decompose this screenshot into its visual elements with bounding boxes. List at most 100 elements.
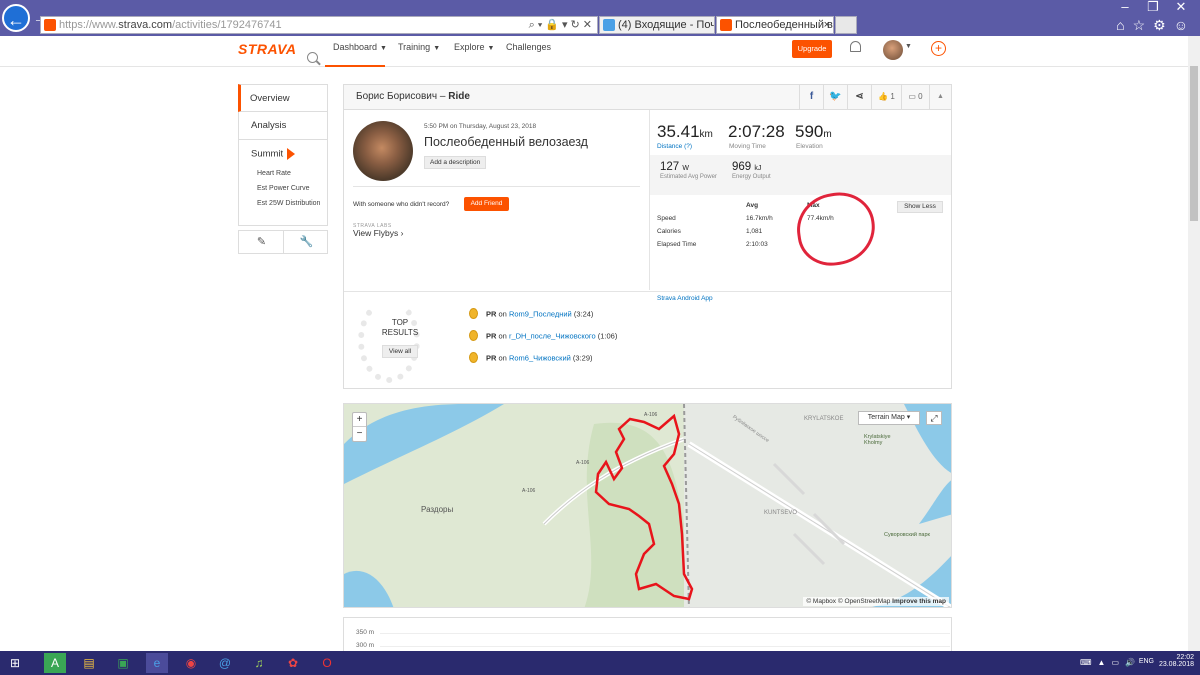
power-value: 127 W	[660, 161, 689, 173]
browser-tools-icons[interactable]: ⌂☆⚙☺	[1116, 17, 1196, 34]
edit-pencil-icon[interactable]: ✎	[239, 231, 284, 253]
calories-label: Calories	[657, 228, 681, 235]
store-icon[interactable]: ▣	[112, 653, 134, 673]
twitter-icon[interactable]: 🐦	[823, 85, 847, 109]
collapse-icon[interactable]: ▲	[929, 85, 951, 109]
laurel-wreath-icon	[358, 298, 420, 383]
close-window-icon[interactable]: ✕	[1166, 0, 1196, 14]
nav-explore[interactable]: Explore ▼	[454, 42, 494, 52]
moving-time-label: Moving Time	[729, 143, 766, 150]
sidebar-item-power-distribution[interactable]: Est 25W Distribution	[257, 200, 327, 208]
tab-mail[interactable]: (4) Входящие - Почта Mail.Ru	[599, 16, 715, 34]
comment-icon: ▭	[908, 92, 916, 101]
bell-icon[interactable]	[850, 41, 861, 52]
scrollbar-thumb[interactable]	[1190, 66, 1198, 221]
url-host: strava.com	[118, 19, 173, 31]
segment-link[interactable]: r_DH_после_Чижовского	[509, 331, 596, 340]
comments-button[interactable]: ▭ 0	[901, 85, 929, 109]
tab-label: (4) Входящие - Почта Mail.Ru	[618, 19, 714, 31]
zoom-control: + −	[352, 412, 367, 442]
view-all-button[interactable]: View all	[382, 345, 418, 358]
view-flybys-link[interactable]: View Flybys ›	[353, 228, 403, 238]
route-map[interactable]: Раздоры A-106 A-106 A-106 Krylatskiye Kh…	[343, 403, 952, 608]
chevron-right-icon: ›	[400, 228, 404, 238]
mail-agent-icon[interactable]: @	[214, 653, 236, 673]
avatar[interactable]	[883, 40, 903, 60]
address-tools-icon[interactable]: ⌕▾🔒▾↻✕	[529, 17, 595, 33]
zoom-in-button[interactable]: +	[353, 413, 366, 427]
nav-challenges[interactable]: Challenges	[506, 42, 551, 52]
activity-datetime: 5:50 PM on Thursday, August 23, 2018	[424, 123, 537, 130]
fullscreen-icon[interactable]: ⤢	[926, 411, 942, 425]
sidebar-item-power-curve[interactable]: Est Power Curve	[257, 185, 327, 193]
nav-dashboard[interactable]: Dashboard ▼	[333, 42, 387, 52]
mapbox-link[interactable]: © Mapbox	[806, 598, 836, 605]
show-less-button[interactable]: Show Less	[897, 201, 943, 213]
nav-active-indicator	[325, 65, 385, 67]
strava-logo[interactable]: STRAVA	[238, 41, 296, 57]
map-label-road: A-106	[644, 412, 658, 418]
mail-favicon-icon	[603, 19, 615, 31]
facebook-icon[interactable]: f	[799, 85, 823, 109]
sidebar-item-overview[interactable]: Overview	[238, 84, 328, 112]
map-attribution: © Mapbox © OpenStreetMap Improve this ma…	[803, 597, 949, 606]
with-someone-text: With someone who didn't record?	[353, 201, 450, 208]
nav-training[interactable]: Training ▼	[398, 42, 440, 52]
map-type-select[interactable]: Terrain Map ▾	[858, 411, 920, 425]
file-explorer-icon[interactable]: ▤	[78, 653, 100, 673]
activity-sidebar: Overview Analysis Summit Heart Rate Est …	[238, 84, 328, 226]
divider	[353, 186, 640, 187]
kudos-button[interactable]: 👍 1	[871, 85, 901, 109]
segment-link[interactable]: Rom9_Последний	[509, 309, 572, 318]
athlete-avatar[interactable]	[353, 121, 413, 181]
opera-icon[interactable]: O	[316, 653, 338, 673]
sidebar-item-heart-rate[interactable]: Heart Rate	[257, 170, 327, 178]
energy-value: 969 kJ	[732, 161, 762, 173]
tray-icons[interactable]: ⌨▲▭🔊	[1080, 658, 1141, 667]
improve-map-link[interactable]: Improve this map	[892, 598, 946, 605]
clock-time[interactable]: 22:02	[1159, 654, 1194, 661]
upgrade-button[interactable]: Upgrade	[792, 40, 832, 58]
zoom-out-button[interactable]: −	[353, 427, 366, 441]
url-prefix: https://www.	[59, 19, 119, 31]
device-link[interactable]: Strava Android App	[657, 295, 713, 302]
clock-date[interactable]: 23.08.2018	[1159, 661, 1194, 668]
grid-line	[380, 633, 950, 634]
address-bar[interactable]: https://www.strava.com/activities/179247…	[40, 16, 598, 34]
language-indicator[interactable]: ENG	[1139, 658, 1154, 665]
back-button[interactable]: ←	[2, 4, 30, 32]
speed-avg: 16.7km/h	[746, 215, 773, 222]
music-player-icon[interactable]: ♫	[248, 653, 270, 673]
internet-explorer-icon[interactable]: e	[146, 653, 168, 673]
chrome-icon[interactable]: ◉	[180, 653, 202, 673]
thumbs-up-icon: 👍	[878, 92, 889, 101]
app-icon[interactable]: A	[44, 653, 66, 673]
distance-label[interactable]: Distance (?)	[657, 143, 692, 150]
share-icon[interactable]: ⋖	[847, 85, 871, 109]
windows-start-icon[interactable]: ⊞	[4, 653, 26, 673]
osm-link[interactable]: © OpenStreetMap	[838, 598, 890, 605]
sidebar-item-summit[interactable]: Summit	[251, 149, 283, 160]
segment-link[interactable]: Rom6_Чижовский	[509, 353, 571, 362]
grid-line	[380, 646, 950, 647]
maximize-icon[interactable]: ❐	[1138, 0, 1168, 14]
search-icon[interactable]	[307, 52, 318, 63]
page-scrollbar[interactable]	[1188, 36, 1200, 651]
map-label-kuntsevo: KUNTSEVO	[764, 510, 798, 516]
tab-close-icon[interactable]: ×	[824, 17, 830, 33]
sidebar-item-analysis[interactable]: Analysis	[238, 112, 328, 140]
add-icon[interactable]: +	[931, 41, 946, 56]
video-player-icon[interactable]: ✿	[282, 653, 304, 673]
minimize-icon[interactable]: –	[1110, 0, 1140, 14]
athlete-name[interactable]: Борис Борисович	[356, 91, 437, 102]
chevron-down-icon[interactable]: ▼	[905, 43, 912, 50]
wrench-icon[interactable]: 🔧	[284, 231, 329, 253]
new-tab-button[interactable]	[835, 16, 857, 34]
kudos-count: 1	[890, 92, 895, 101]
add-description-button[interactable]: Add a description	[424, 156, 487, 169]
add-friend-button[interactable]: Add Friend	[464, 197, 509, 211]
distance-value: 35.41km	[657, 122, 713, 141]
top-result-row: PR on r_DH_после_Чижовского (1:06)	[469, 330, 617, 342]
map-label-krylatskie: Krylatskiye Kholmy	[864, 434, 891, 446]
tab-strava[interactable]: Послеобеденный велозае... ×	[716, 16, 834, 34]
